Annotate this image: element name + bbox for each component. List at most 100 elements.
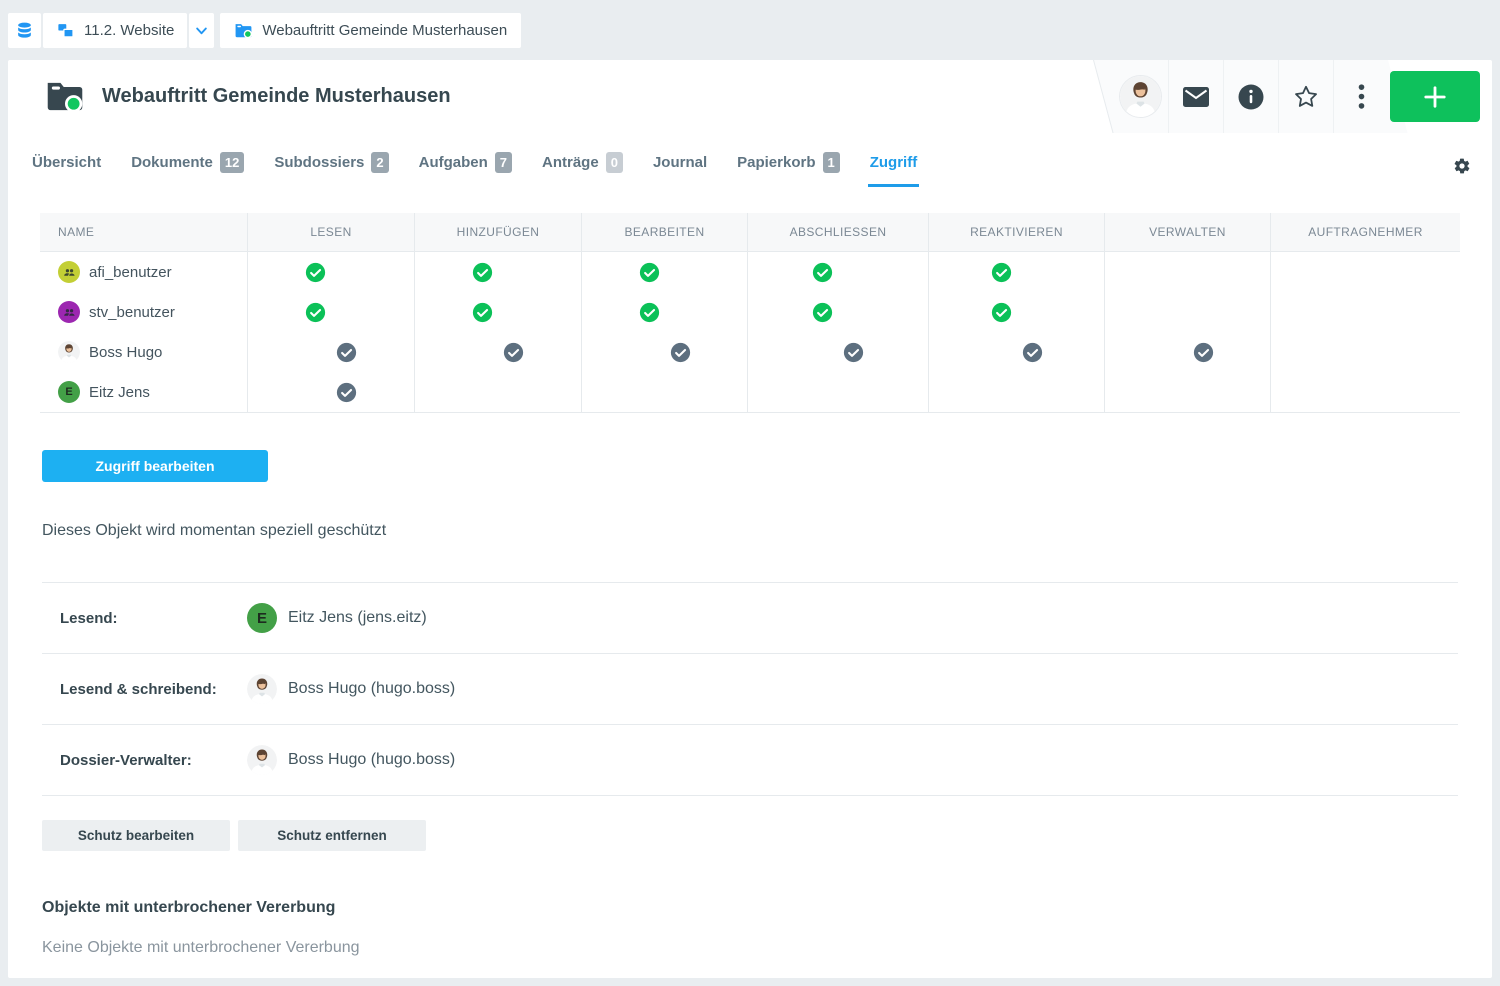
kebab-menu-icon: [1358, 84, 1365, 109]
tab-count-badge: 0: [606, 152, 623, 173]
tab-ubersicht[interactable]: Übersicht: [30, 152, 103, 187]
check-icon: [472, 302, 493, 323]
breadcrumb-context-chip[interactable]: 11.2. Website: [43, 13, 187, 48]
content-card: Webauftritt Gemeinde Musterhausen: [8, 60, 1492, 978]
page-title: Webauftritt Gemeinde Musterhausen: [102, 85, 451, 108]
permission-cell: [581, 252, 747, 292]
breadcrumb-dossier-chip[interactable]: Webauftritt Gemeinde Musterhausen: [220, 13, 521, 48]
breadcrumb-dossier-label: Webauftritt Gemeinde Musterhausen: [262, 22, 507, 39]
tab-antrage[interactable]: Anträge 0: [540, 152, 625, 187]
user-name: afi_benutzer: [89, 264, 172, 281]
remove-protection-button[interactable]: Schutz entfernen: [238, 820, 426, 851]
tab-label: Anträge: [542, 154, 599, 171]
user-name: Eitz Jens: [89, 384, 150, 401]
check-icon: [991, 262, 1012, 283]
tab-bar-items: Übersicht Dokumente 12 Subdossiers 2 Auf…: [30, 152, 945, 195]
permission-cell: [414, 332, 581, 372]
tab-count-badge: 2: [371, 152, 388, 173]
check-icon: [305, 302, 326, 323]
column-header-hinzufugen: HINZUFÜGEN: [414, 213, 581, 251]
add-button[interactable]: [1390, 71, 1480, 122]
permission-cell: [928, 332, 1104, 372]
protection-list: Lesend: E Eitz Jens (jens.eitz) Lesend &…: [42, 582, 1458, 796]
letter-avatar: E: [58, 381, 80, 403]
breadcrumb-context-label: 11.2. Website: [84, 22, 174, 39]
user-name-cell[interactable]: stv_benutzer: [40, 292, 247, 332]
plus-icon: [1422, 84, 1448, 110]
tab-subdossiers[interactable]: Subdossiers 2: [272, 152, 390, 187]
tab-count-badge: 7: [495, 152, 512, 173]
protection-user: Boss Hugo (hugo.boss): [288, 680, 455, 698]
protection-row: Lesend: E Eitz Jens (jens.eitz): [42, 582, 1458, 653]
user-photo: [58, 341, 80, 363]
protection-role-label: Lesend:: [60, 610, 247, 627]
tab-journal[interactable]: Journal: [651, 152, 709, 187]
avatar: [1120, 76, 1161, 117]
permission-cell: [747, 332, 928, 372]
edit-protection-button[interactable]: Schutz bearbeiten: [42, 820, 230, 851]
org-structure-icon: [56, 21, 75, 40]
info-button[interactable]: [1223, 60, 1278, 133]
tab-label: Journal: [653, 154, 707, 171]
table-row: afi_benutzer: [40, 252, 1460, 292]
letter-avatar: E: [247, 603, 277, 633]
permissions-table-body: afi_benutzer: [40, 252, 1460, 412]
photo-avatar: [247, 674, 277, 704]
permission-cell: [747, 372, 928, 412]
permission-cell: [581, 372, 747, 412]
protection-buttons: Schutz bearbeiten Schutz entfernen: [42, 820, 1492, 851]
user-name: Boss Hugo: [89, 344, 162, 361]
favorite-button[interactable]: [1278, 60, 1333, 133]
user-name-cell[interactable]: E Eitz Jens: [40, 372, 247, 412]
permission-cell: [1270, 332, 1460, 372]
broken-inheritance-empty-text: Keine Objekte mit unterbrochener Vererbu…: [42, 939, 1492, 957]
permission-cell: [247, 292, 414, 332]
star-icon: [1293, 84, 1319, 110]
check-icon: [336, 342, 357, 363]
breadcrumb-dropdown[interactable]: [189, 13, 214, 48]
tab-papierkorb[interactable]: Papierkorb 1: [735, 152, 842, 187]
column-header-auftragnehmer: AUFTRAGNEHMER: [1270, 213, 1460, 251]
tab-aufgaben[interactable]: Aufgaben 7: [417, 152, 514, 187]
edit-access-button[interactable]: Zugriff bearbeiten: [42, 450, 268, 482]
user-name-cell[interactable]: Boss Hugo: [40, 332, 247, 372]
permission-cell: [581, 292, 747, 332]
tab-label: Dokumente: [131, 154, 213, 171]
permission-cell: [1104, 332, 1270, 372]
check-icon: [336, 382, 357, 403]
check-icon: [639, 262, 660, 283]
info-icon: [1238, 84, 1264, 110]
permission-cell: [414, 292, 581, 332]
column-header-bearbeiten: BEARBEITEN: [581, 213, 747, 251]
column-header-verwalten: VERWALTEN: [1104, 213, 1270, 251]
photo-avatar: [58, 341, 80, 363]
tab-label: Subdossiers: [274, 154, 364, 171]
tab-zugriff[interactable]: Zugriff: [868, 152, 919, 187]
permission-cell: [1104, 292, 1270, 332]
user-avatar-button[interactable]: [1113, 60, 1168, 133]
user-name-cell[interactable]: afi_benutzer: [40, 252, 247, 292]
tab-dokumente[interactable]: Dokumente 12: [129, 152, 246, 187]
permission-cell: [581, 332, 747, 372]
settings-gear-icon[interactable]: [1453, 157, 1471, 175]
permissions-table-header: NAMELESENHINZUFÜGENBEARBEITENABSCHLIESSE…: [40, 213, 1460, 252]
tab-count-badge: 1: [823, 152, 840, 173]
tab-count-badge: 12: [220, 152, 244, 173]
column-header-abschliessen: ABSCHLIESSEN: [747, 213, 928, 251]
check-icon: [843, 342, 864, 363]
database-chip[interactable]: [8, 13, 41, 48]
more-menu-button[interactable]: [1333, 60, 1388, 133]
check-icon: [472, 262, 493, 283]
mail-button[interactable]: [1168, 60, 1223, 133]
permission-cell: [747, 252, 928, 292]
user-photo: [247, 674, 277, 704]
photo-avatar: [247, 745, 277, 775]
permission-cell: [247, 252, 414, 292]
protection-row: Lesend & schreibend: Boss Hugo (hugo.bos…: [42, 653, 1458, 724]
permission-cell: [247, 332, 414, 372]
protection-user: Boss Hugo (hugo.boss): [288, 751, 455, 769]
permission-cell: [1104, 252, 1270, 292]
dossier-folder-icon: [234, 21, 253, 40]
group-icon: [62, 305, 77, 320]
check-icon: [812, 302, 833, 323]
